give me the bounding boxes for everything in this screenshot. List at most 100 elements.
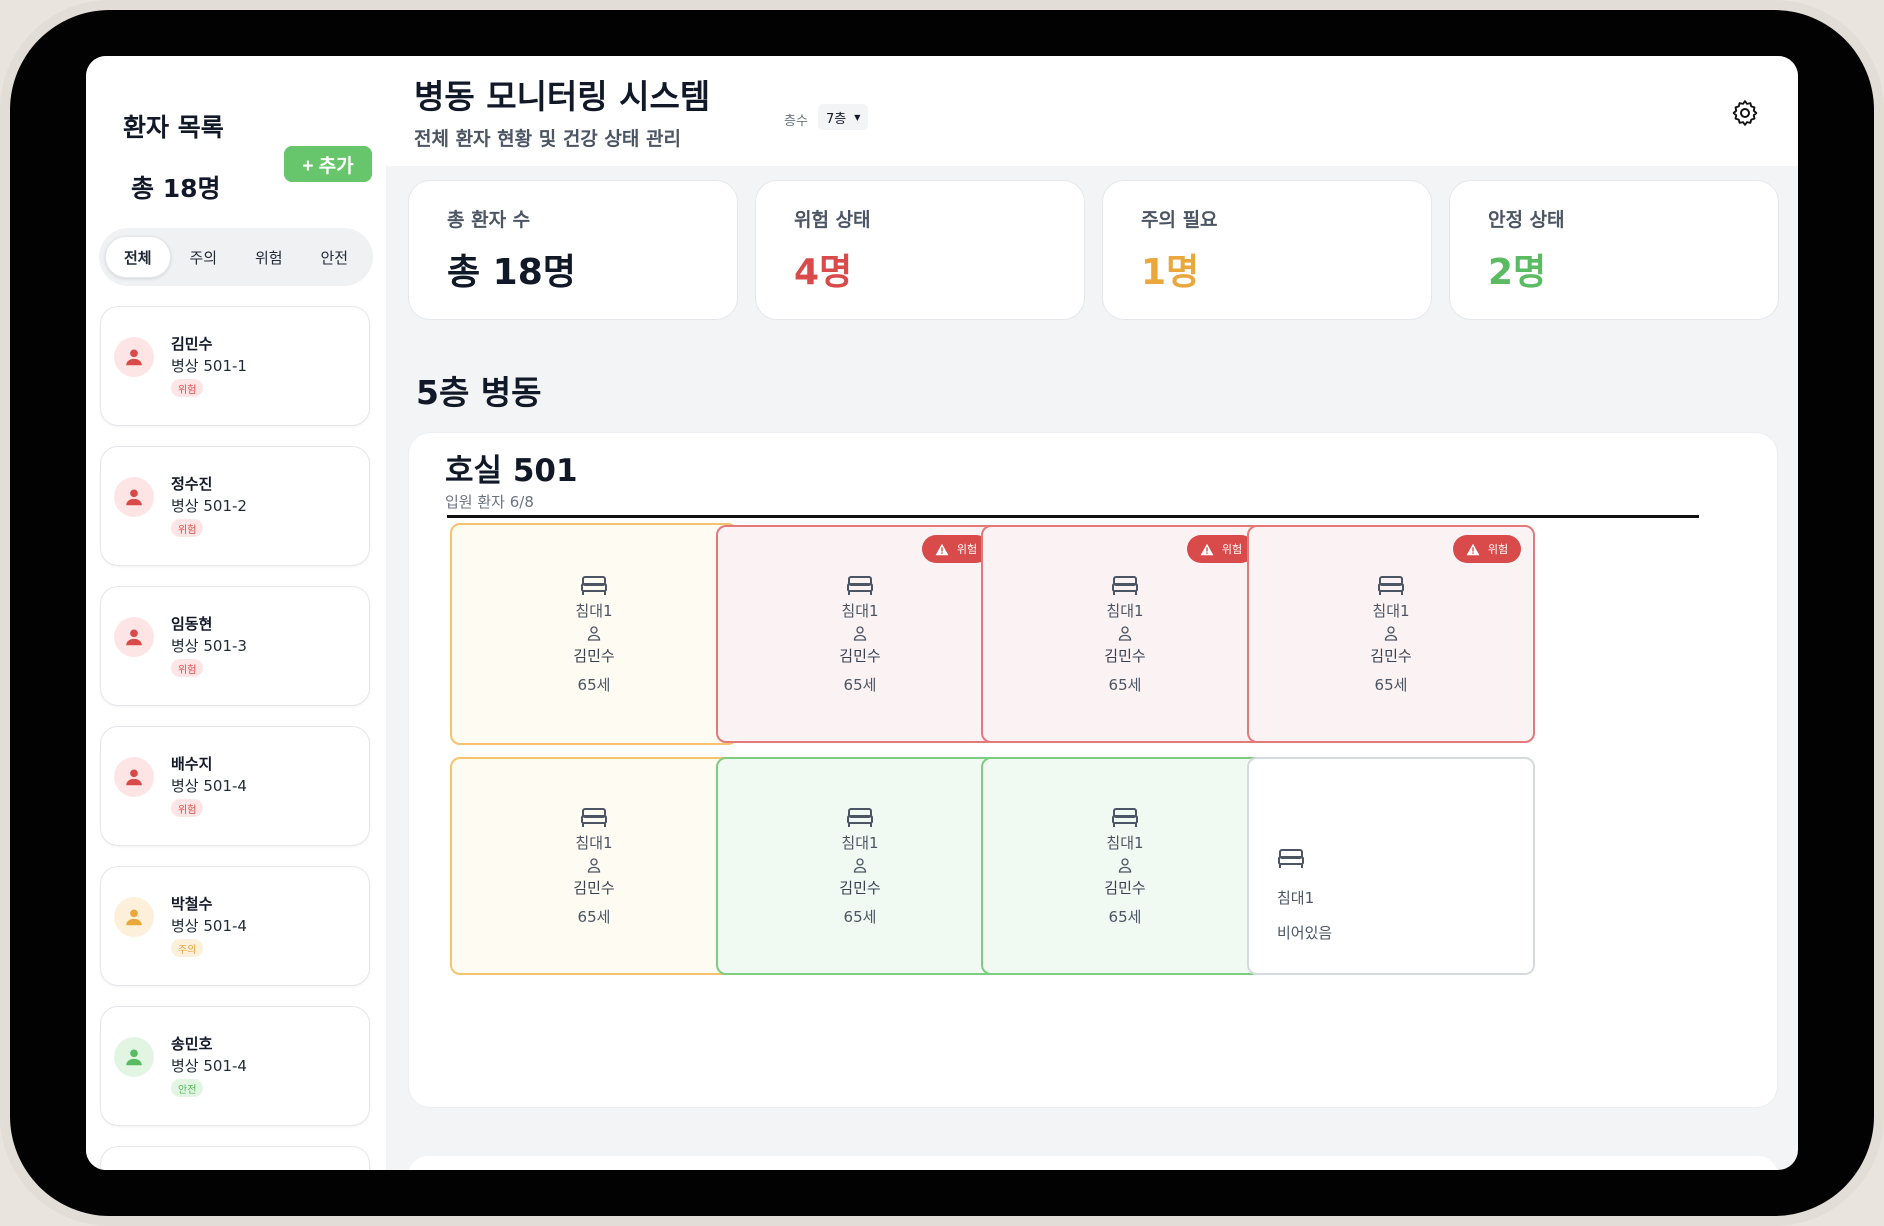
patient-bed: 병상 501-2 bbox=[171, 497, 247, 515]
next-room-card bbox=[408, 1156, 1778, 1170]
bed-card-danger[interactable]: 위험 침대1 김민수 65세 bbox=[716, 525, 1004, 743]
page-header: 병동 모니터링 시스템 전체 환자 현황 및 건강 상태 관리 층수 7층 ▼ bbox=[386, 56, 1798, 166]
bed-card-danger[interactable]: 위험 침대1 김민수 65세 bbox=[1247, 525, 1535, 743]
stat-card-total: 총 환자 수 총 18명 bbox=[408, 180, 738, 320]
bed-patient-age: 65세 bbox=[1374, 675, 1408, 694]
stat-label: 주의 필요 bbox=[1141, 209, 1218, 231]
patient-avatar bbox=[114, 757, 154, 797]
stat-card-warning: 주의 필요 1명 bbox=[1102, 180, 1432, 320]
patient-bed: 병상 501-4 bbox=[171, 1057, 247, 1075]
status-badge: 안전 bbox=[171, 1079, 204, 1097]
person-icon bbox=[126, 349, 142, 366]
bed-patient-name: 김민수 bbox=[573, 646, 615, 665]
person-outline-icon bbox=[1384, 625, 1398, 641]
bed-patient-name: 김민수 bbox=[1370, 646, 1412, 665]
bed-card-danger[interactable]: 위험 침대1 김민수 65세 bbox=[981, 525, 1269, 743]
bed-patient-name: 김민수 bbox=[839, 878, 881, 897]
stat-label: 위험 상태 bbox=[794, 209, 871, 231]
person-outline-icon bbox=[587, 857, 601, 873]
patient-card[interactable]: 송민호 병상 501-4 안전 bbox=[100, 1006, 370, 1126]
person-outline-icon bbox=[1118, 857, 1132, 873]
status-badge: 위험 bbox=[171, 519, 204, 537]
bed-content: 침대1 김민수 65세 bbox=[718, 759, 1002, 973]
room-card: 호실 501 입원 환자 6/8 침대1 김민수 65세 위험 침대1 김민수 6… bbox=[408, 432, 1778, 1108]
bed-name: 침대1 bbox=[1277, 889, 1315, 907]
patient-avatar bbox=[114, 337, 154, 377]
status-badge: 위험 bbox=[171, 799, 204, 817]
person-icon bbox=[126, 769, 142, 786]
room-title: 호실 501 bbox=[445, 453, 578, 489]
bed-patient-name: 김민수 bbox=[1104, 646, 1146, 665]
bed-patient-age: 65세 bbox=[843, 675, 877, 694]
empty-status: 비어있음 bbox=[1277, 924, 1333, 942]
caret-down-icon: ▼ bbox=[854, 112, 861, 122]
patient-avatar bbox=[114, 1037, 154, 1077]
patient-card-partial[interactable] bbox=[100, 1146, 370, 1170]
bed-name: 침대1 bbox=[575, 601, 613, 620]
app-screen: 환자 목록 총 18명 + 추가 전체 주의 위험 안전 김민수 병상 501-… bbox=[86, 56, 1798, 1170]
bed-card-warning[interactable]: 침대1 김민수 65세 bbox=[450, 523, 738, 745]
bed-name: 침대1 bbox=[1106, 601, 1144, 620]
bed-card-safe[interactable]: 침대1 김민수 65세 bbox=[981, 757, 1269, 975]
person-icon bbox=[126, 1049, 142, 1066]
status-badge: 위험 bbox=[171, 659, 204, 677]
bed-patient-age: 65세 bbox=[577, 675, 611, 694]
patient-card[interactable]: 배수지 병상 501-4 위험 bbox=[100, 726, 370, 846]
patient-name: 박철수 bbox=[171, 895, 213, 913]
bed-patient-age: 65세 bbox=[843, 907, 877, 926]
person-outline-icon bbox=[853, 625, 867, 641]
patient-card[interactable]: 김민수 병상 501-1 위험 bbox=[100, 306, 370, 426]
patient-card[interactable]: 정수진 병상 501-2 위험 bbox=[100, 446, 370, 566]
patient-bed: 병상 501-4 bbox=[171, 777, 247, 795]
bed-card-empty[interactable]: 침대1 비어있음 bbox=[1247, 757, 1535, 975]
filter-tab-danger[interactable]: 위험 bbox=[236, 236, 302, 278]
status-badge: 위험 bbox=[171, 379, 204, 397]
bed-content: 침대1 김민수 65세 bbox=[1249, 527, 1533, 741]
patient-name: 송민호 bbox=[171, 1035, 213, 1053]
patient-name: 김민수 bbox=[171, 335, 213, 353]
stat-value: 2명 bbox=[1488, 252, 1547, 293]
patient-card[interactable]: 박철수 병상 501-4 주의 bbox=[100, 866, 370, 986]
add-patient-button[interactable]: + 추가 bbox=[284, 146, 372, 182]
sidebar-title: 환자 목록 bbox=[123, 113, 224, 142]
filter-tab-all[interactable]: 전체 bbox=[105, 236, 171, 278]
floor-select[interactable]: 7층 ▼ bbox=[818, 104, 869, 130]
bed-card-warning[interactable]: 침대1 김민수 65세 bbox=[450, 757, 738, 975]
floor-label: 층수 bbox=[784, 114, 808, 129]
patient-card[interactable]: 임동현 병상 501-3 위험 bbox=[100, 586, 370, 706]
filter-tab-warning[interactable]: 주의 bbox=[171, 236, 237, 278]
stat-card-safe: 안정 상태 2명 bbox=[1449, 180, 1779, 320]
room-occupancy: 입원 환자 6/8 bbox=[445, 493, 534, 511]
stat-value: 1명 bbox=[1141, 252, 1200, 293]
person-outline-icon bbox=[853, 857, 867, 873]
bed-patient-age: 65세 bbox=[1108, 675, 1142, 694]
filter-tab-safe[interactable]: 안전 bbox=[302, 236, 368, 278]
room-divider bbox=[447, 515, 1699, 518]
patient-name: 임동현 bbox=[171, 615, 213, 633]
bed-name: 침대1 bbox=[841, 601, 879, 620]
bed-patient-name: 김민수 bbox=[1104, 878, 1146, 897]
stat-value: 총 18명 bbox=[447, 252, 576, 293]
page-subtitle: 전체 환자 현황 및 건강 상태 관리 bbox=[414, 128, 681, 150]
bed-patient-age: 65세 bbox=[1108, 907, 1142, 926]
stat-label: 안정 상태 bbox=[1488, 209, 1565, 231]
patient-sidebar: 환자 목록 총 18명 + 추가 전체 주의 위험 안전 김민수 병상 501-… bbox=[86, 56, 386, 1170]
person-outline-icon bbox=[587, 625, 601, 641]
stat-value: 4명 bbox=[794, 252, 853, 293]
floor-select-value: 7층 bbox=[826, 111, 847, 127]
patient-name: 배수지 bbox=[171, 755, 213, 773]
status-filter-tabs: 전체 주의 위험 안전 bbox=[99, 228, 373, 286]
patient-bed: 병상 501-1 bbox=[171, 357, 247, 375]
bed-icon bbox=[581, 575, 607, 595]
ward-title: 5층 병동 bbox=[416, 373, 542, 412]
patient-avatar bbox=[114, 897, 154, 937]
patient-name: 정수진 bbox=[171, 475, 213, 493]
gear-icon[interactable] bbox=[1730, 98, 1760, 128]
patient-avatar bbox=[114, 617, 154, 657]
bed-content: 침대1 김민수 65세 bbox=[718, 527, 1002, 741]
bed-content: 침대1 김민수 65세 bbox=[983, 759, 1267, 973]
bed-patient-name: 김민수 bbox=[839, 646, 881, 665]
stat-card-danger: 위험 상태 4명 bbox=[755, 180, 1085, 320]
bed-card-safe[interactable]: 침대1 김민수 65세 bbox=[716, 757, 1004, 975]
person-outline-icon bbox=[1118, 625, 1132, 641]
